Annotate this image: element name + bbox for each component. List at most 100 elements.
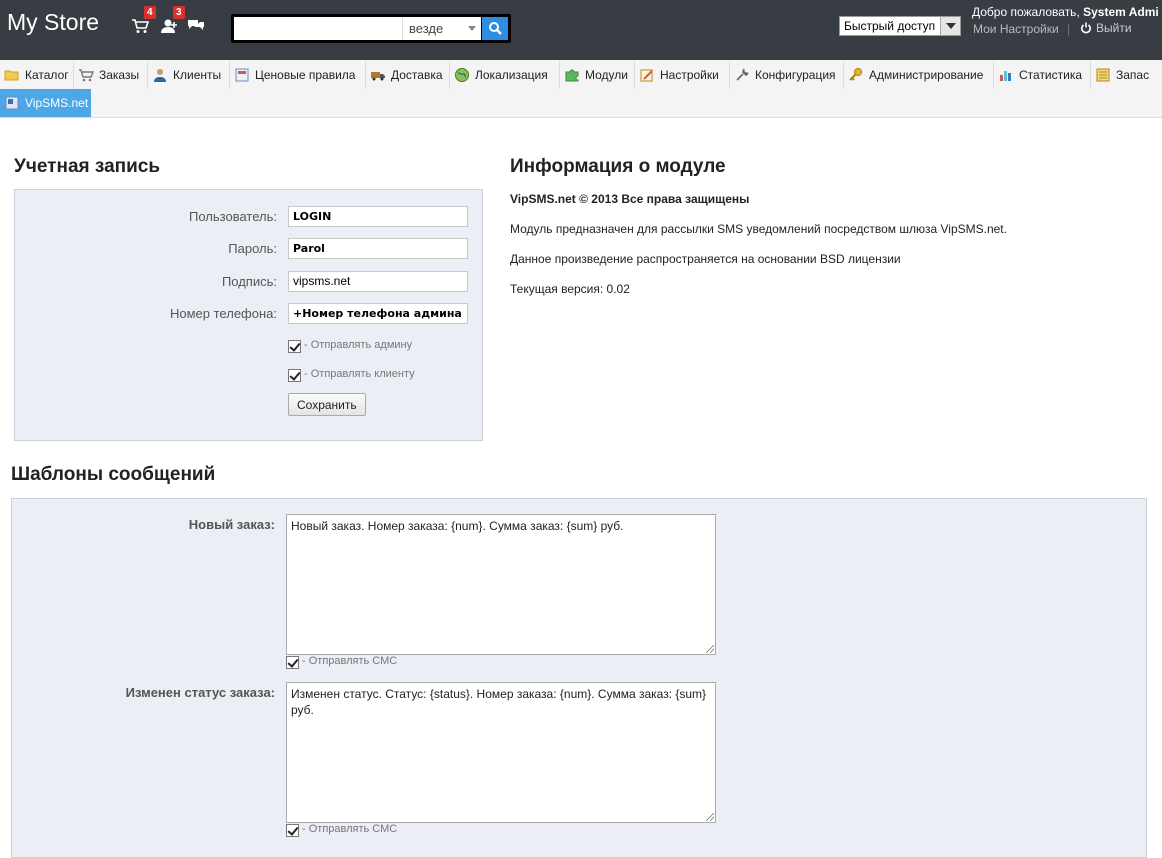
menu-label: VipSMS.net [25, 96, 89, 110]
user-icon [161, 19, 177, 33]
orders-notification[interactable]: 4 [131, 6, 156, 36]
menu-customers[interactable]: Клиенты [148, 61, 230, 89]
settings-icon [640, 69, 653, 82]
menu-label: Каталог [25, 68, 69, 82]
send-client-checkbox[interactable] [288, 369, 301, 382]
menu-label: Заказы [99, 68, 140, 82]
user-name: System Admi [1083, 5, 1159, 19]
wrench-icon [736, 68, 749, 81]
send-client-label: - Отправлять клиенту [304, 368, 415, 380]
account-panel: Пользователь: LOGIN Пароль: Parol Подпис… [14, 189, 483, 441]
search-scope-select[interactable]: везде [402, 17, 481, 40]
menu-label: Доставка [391, 68, 443, 82]
menu-stock[interactable]: Запас [1091, 61, 1162, 89]
menu-label: Настройки [660, 68, 719, 82]
phone-label: Номер телефона: [170, 306, 277, 321]
menu-label: Ценовые правила [255, 68, 356, 82]
resize-grip-icon[interactable] [706, 813, 714, 821]
search-icon [489, 22, 502, 35]
menu-preferences[interactable]: Настройки [635, 61, 730, 89]
menu-label: Конфигурация [755, 68, 836, 82]
user-field[interactable]: LOGIN [288, 206, 468, 227]
menu-label: Модули [585, 68, 628, 82]
new-order-sms-label: - Отправлять СМС [302, 655, 398, 667]
menu-label: Клиенты [173, 68, 222, 82]
stock-icon [1096, 68, 1110, 82]
status-sms-label: - Отправлять СМС [302, 823, 398, 835]
chat-icon [188, 20, 204, 30]
new-order-sms-checkbox[interactable] [286, 656, 299, 669]
menu-administration[interactable]: Администрирование [844, 61, 994, 89]
key-icon [849, 68, 862, 81]
menu-price-rules[interactable]: Ценовые правила [230, 61, 366, 89]
status-label: Изменен статус заказа: [125, 685, 275, 700]
templates-panel: Новый заказ: Новый заказ. Номер заказа: … [11, 498, 1147, 858]
truck-icon [371, 72, 385, 81]
welcome-text: Добро пожаловать, System Admi [972, 5, 1159, 19]
globe-icon [455, 68, 469, 82]
search-button[interactable] [482, 17, 508, 40]
status-text: Изменен статус. Статус: {status}. Номер … [291, 687, 707, 717]
license-text: Данное произведение распространяется на … [510, 252, 901, 266]
shop-name[interactable]: My Store [7, 9, 99, 36]
new-order-label: Новый заказ: [188, 517, 275, 532]
customers-notification[interactable]: 3 [160, 6, 185, 36]
menu-configuration[interactable]: Конфигурация [730, 61, 844, 89]
main-menu: Каталог Заказы Клиенты Ценовые правила Д… [0, 60, 1162, 118]
send-admin-label: - Отправлять админу [304, 339, 413, 351]
password-label: Пароль: [228, 241, 277, 256]
new-order-textarea[interactable]: Новый заказ. Номер заказа: {num}. Сумма … [286, 514, 716, 655]
copyright-text: VipSMS.net © 2013 Все права защищены [510, 192, 750, 206]
header: My Store 4 3 везде Быстрый доступ Добро … [0, 0, 1162, 60]
user-label: Пользователь: [189, 209, 277, 224]
status-sms-checkbox[interactable] [286, 824, 299, 837]
quick-access-select[interactable]: Быстрый доступ [839, 16, 961, 36]
send-admin-checkbox[interactable] [288, 340, 301, 353]
status-textarea[interactable]: Изменен статус. Статус: {status}. Номер … [286, 682, 716, 823]
cart-icon [79, 69, 94, 82]
messages-notification[interactable] [187, 18, 209, 36]
menu-label: Статистика [1019, 68, 1083, 82]
chevron-down-icon [468, 26, 476, 31]
account-title: Учетная запись [14, 156, 161, 177]
signature-field[interactable]: vipsms.net [288, 271, 468, 292]
password-field[interactable]: Parol [288, 238, 468, 259]
orders-badge: 4 [144, 6, 156, 19]
search-input[interactable] [234, 17, 402, 40]
module-info-title: Информация о модуле [510, 156, 726, 177]
menu-label: Администрирование [869, 68, 984, 82]
menu-orders[interactable]: Заказы [74, 61, 148, 89]
menu-label: Запас [1116, 68, 1150, 82]
search-scope-value: везде [409, 21, 444, 36]
price-rules-icon [235, 68, 249, 82]
quick-access-label: Быстрый доступ [844, 19, 936, 33]
save-button[interactable]: Сохранить [288, 393, 366, 416]
description-text: Модуль предназначен для рассылки SMS уве… [510, 222, 1007, 236]
version-text: Текущая версия: 0.02 [510, 282, 630, 296]
menu-localization[interactable]: Локализация [450, 61, 560, 89]
search-bar: везде [231, 14, 511, 43]
resize-grip-icon[interactable] [706, 645, 714, 653]
user-icon [154, 69, 166, 82]
logout-link[interactable]: Выйти [1080, 21, 1132, 35]
cart-icon [132, 19, 149, 33]
welcome-prefix: Добро пожаловать, [972, 5, 1080, 19]
menu-label: Локализация [475, 68, 548, 82]
folder-icon [4, 70, 19, 81]
bar-chart-icon [1000, 71, 1011, 81]
phone-field[interactable]: +Номер телефона админа [288, 303, 468, 324]
menu-stats[interactable]: Статистика [994, 61, 1091, 89]
vipsms-icon [5, 96, 19, 110]
menu-shipping[interactable]: Доставка [366, 61, 450, 89]
templates-title: Шаблоны сообщений [11, 464, 216, 485]
logout-label: Выйти [1096, 21, 1132, 35]
menu-modules[interactable]: Модули [560, 61, 635, 89]
chevron-down-icon [940, 17, 960, 35]
menu-catalog[interactable]: Каталог [0, 61, 74, 89]
menu-vipsms[interactable]: VipSMS.net [0, 89, 91, 117]
customers-badge: 3 [173, 6, 185, 19]
new-order-text: Новый заказ. Номер заказа: {num}. Сумма … [291, 519, 624, 533]
power-icon [1081, 22, 1091, 34]
signature-label: Подпись: [221, 274, 277, 289]
my-settings-link[interactable]: Мои Настройки [973, 22, 1059, 36]
